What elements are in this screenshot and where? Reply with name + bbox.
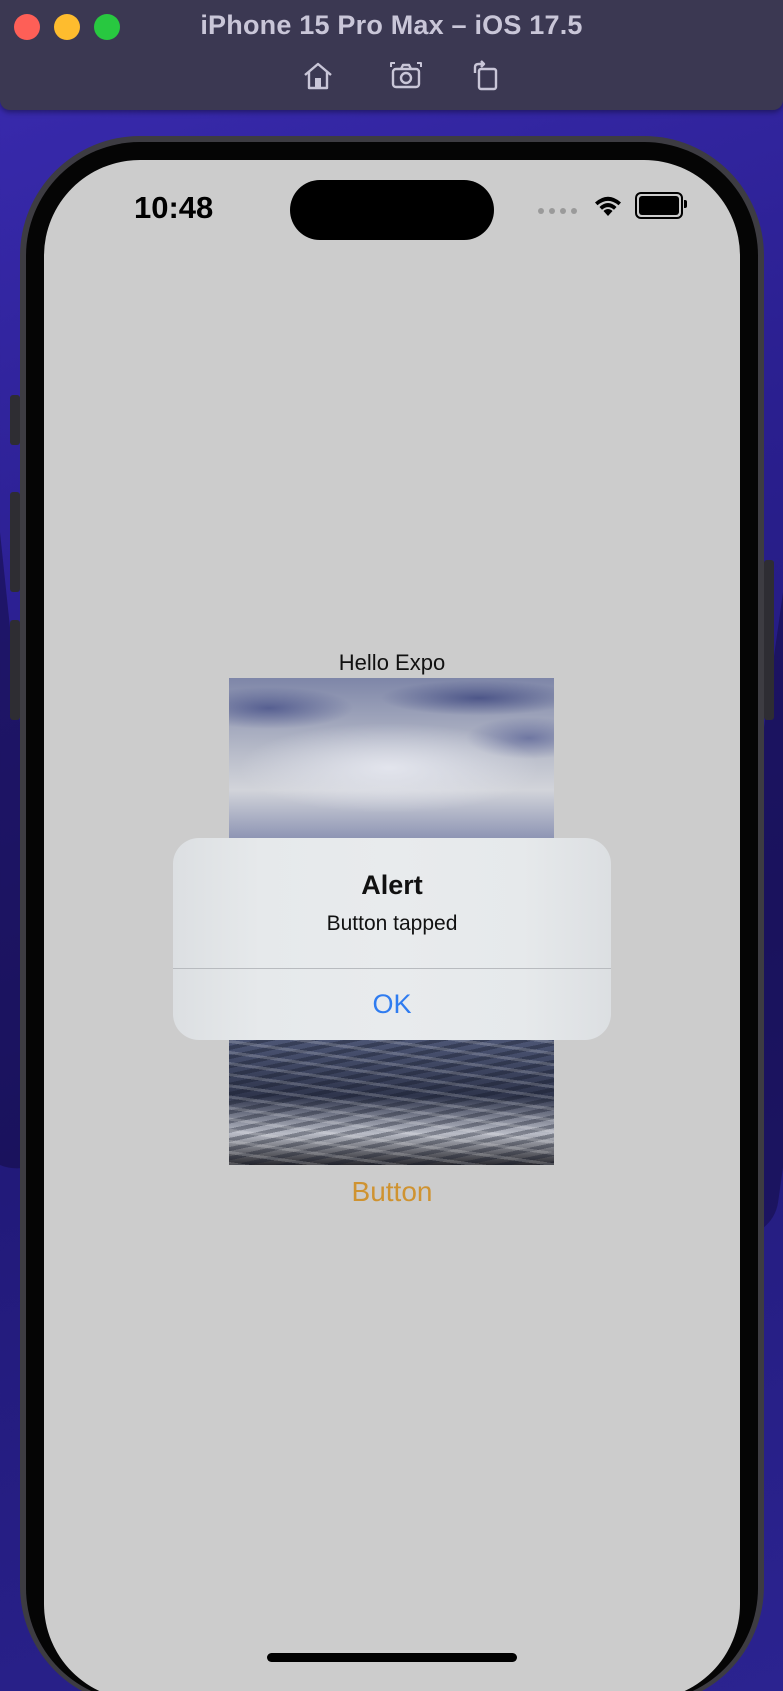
home-indicator[interactable] [267,1653,517,1662]
volume-up-button [10,492,20,592]
status-indicators [538,192,687,219]
app-button[interactable]: Button [44,1176,740,1208]
status-time: 10:48 [134,190,214,225]
power-button [764,560,774,720]
simulator-titlebar: iPhone 15 Pro Max – iOS 17.5 [0,0,783,110]
greeting-text: Hello Expo [338,650,446,675]
screenshot-button[interactable] [386,56,426,96]
wifi-icon [595,196,621,216]
home-icon [304,62,332,90]
alert-dialog: Alert Button tapped OK [173,838,611,1040]
home-button[interactable] [298,56,338,96]
battery-icon [635,192,687,219]
alert-message: Button tapped [326,912,458,935]
dynamic-island [290,180,494,240]
alert-ok-button[interactable]: OK [173,969,611,1040]
volume-down-button [10,620,20,720]
alert-title: Alert [361,870,423,900]
rotate-button[interactable] [466,56,506,96]
rotate-icon [473,60,498,91]
camera-icon [390,62,422,89]
cellular-signal-icon [538,207,577,214]
phone-screen: 10:48 Hello Expo Button Alert Button tap… [44,160,740,1691]
window-title: iPhone 15 Pro Max – iOS 17.5 [200,10,583,40]
action-button [10,395,20,445]
